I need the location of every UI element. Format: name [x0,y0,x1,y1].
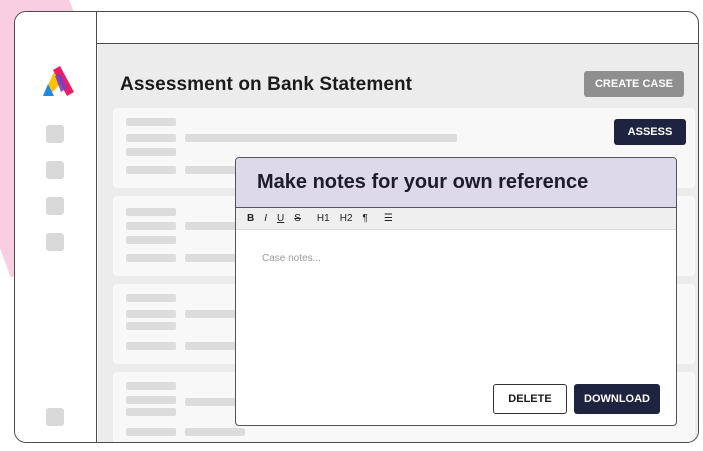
italic-button[interactable]: I [264,213,267,224]
bullet-list-button[interactable]: ☰ [384,213,393,224]
sidebar-item-2[interactable] [46,161,64,179]
delete-button[interactable]: DELETE [493,384,567,414]
left-nav-rail [15,12,97,442]
download-button[interactable]: DOWNLOAD [574,384,660,414]
create-case-button[interactable]: CREATE CASE [584,71,684,97]
sidebar-item-bottom[interactable] [46,408,64,426]
page-title: Assessment on Bank Statement [120,74,413,95]
notes-panel-title: Make notes for your own reference [236,158,676,208]
paragraph-button[interactable]: ¶ [363,213,368,224]
formatting-toolbar: B I U S H1 H2 ¶ ☰ [236,208,676,230]
app-logo-icon [43,66,74,96]
sidebar-item-4[interactable] [46,233,64,251]
underline-button[interactable]: U [277,213,284,224]
notes-panel: Make notes for your own reference B I U … [235,157,677,426]
heading1-button[interactable]: H1 [317,213,330,224]
strikethrough-button[interactable]: S [294,213,301,224]
case-notes-input[interactable]: Case notes... [262,253,321,264]
heading2-button[interactable]: H2 [340,213,353,224]
sidebar-item-3[interactable] [46,197,64,215]
bold-button[interactable]: B [247,213,254,224]
assess-button[interactable]: ASSESS [614,119,686,145]
sidebar-item-1[interactable] [46,125,64,143]
